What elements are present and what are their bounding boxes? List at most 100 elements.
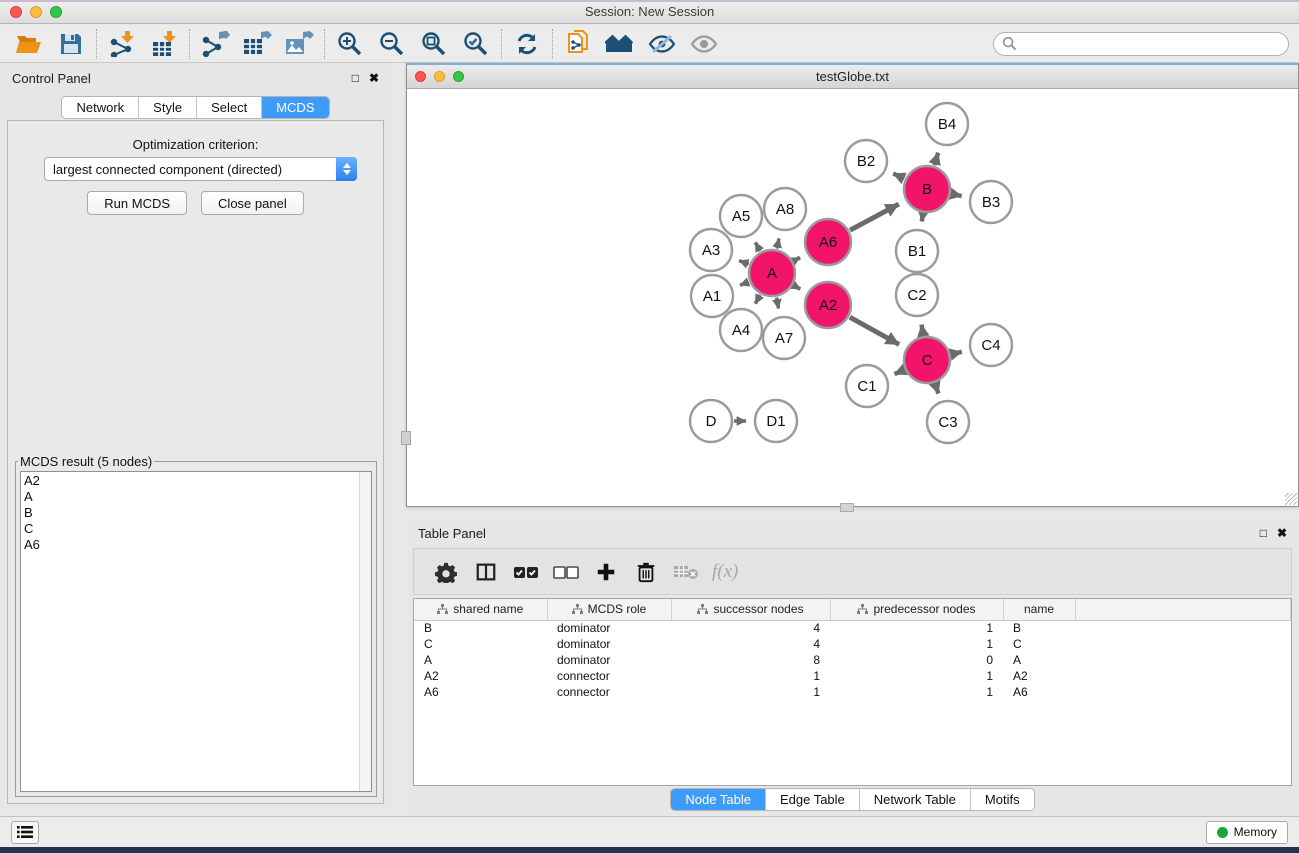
node-table: shared name MCDS role successor nodes pr… bbox=[413, 598, 1292, 786]
mcds-result-item[interactable]: B bbox=[24, 505, 371, 521]
tab-network-table[interactable]: Network Table bbox=[859, 789, 970, 810]
column-header-name[interactable]: name bbox=[1003, 599, 1075, 620]
float-table-panel-icon[interactable]: □ bbox=[1260, 527, 1267, 539]
column-header-shared-name[interactable]: shared name bbox=[414, 599, 547, 620]
show-hidden-button[interactable] bbox=[683, 27, 725, 61]
add-column-button[interactable] bbox=[588, 554, 624, 590]
export-table-icon bbox=[242, 31, 272, 57]
graph-edge-C-C2[interactable] bbox=[922, 325, 924, 336]
hide-selected-button[interactable] bbox=[641, 27, 683, 61]
import-network-button[interactable] bbox=[101, 27, 143, 61]
mcds-result-item[interactable]: A bbox=[24, 489, 371, 505]
tab-edge-table[interactable]: Edge Table bbox=[765, 789, 859, 810]
close-table-panel-icon[interactable]: ✖ bbox=[1277, 527, 1287, 539]
save-session-button[interactable] bbox=[50, 27, 92, 61]
column-header-successor-nodes[interactable]: successor nodes bbox=[671, 599, 830, 620]
table-row[interactable]: A6connector11A6 bbox=[414, 684, 1291, 700]
mcds-result-item[interactable]: A2 bbox=[24, 473, 371, 489]
graph-edge-A-A4[interactable] bbox=[755, 295, 760, 304]
graph-edge-A-A6[interactable] bbox=[794, 257, 800, 260]
zoom-in-button[interactable] bbox=[329, 27, 371, 61]
graph-edge-C-C4[interactable] bbox=[951, 352, 961, 354]
show-columns-button[interactable] bbox=[468, 554, 504, 590]
delete-table-button[interactable] bbox=[668, 554, 704, 590]
graph-edge-B-B1[interactable] bbox=[922, 214, 923, 222]
toolbar-separator bbox=[189, 29, 190, 59]
graph-node-label-B1: B1 bbox=[908, 243, 926, 260]
graph-edge-A-A8[interactable] bbox=[777, 238, 779, 248]
desktop-background bbox=[0, 847, 1299, 853]
import-table-button[interactable] bbox=[143, 27, 185, 61]
mcds-result-list[interactable]: A2 A B C A6 bbox=[20, 471, 372, 792]
mcds-result-item[interactable]: A6 bbox=[24, 537, 371, 553]
memory-button[interactable]: Memory bbox=[1206, 821, 1288, 844]
function-builder-icon[interactable]: f(x) bbox=[712, 561, 738, 583]
tab-mcds[interactable]: MCDS bbox=[261, 97, 328, 118]
graph-node-label-A2: A2 bbox=[819, 297, 837, 314]
table-row[interactable]: Cdominator41C bbox=[414, 636, 1291, 652]
search-input[interactable] bbox=[1017, 34, 1288, 54]
float-panel-icon[interactable]: □ bbox=[352, 72, 359, 84]
export-image-button[interactable] bbox=[278, 27, 320, 61]
search-box bbox=[993, 32, 1289, 56]
network-canvas[interactable]: B4B2BB3A5A8A6B1A3AC2A1A2A4A7C4CC1C3DD1 bbox=[407, 91, 1298, 506]
column-header-predecessor-nodes[interactable]: predecessor nodes bbox=[830, 599, 1003, 620]
show-networks-button[interactable] bbox=[599, 27, 641, 61]
task-history-button[interactable] bbox=[11, 821, 39, 844]
deselect-all-columns-button[interactable] bbox=[548, 554, 584, 590]
graph-edge-A-A1[interactable] bbox=[740, 282, 749, 285]
export-network-button[interactable] bbox=[194, 27, 236, 61]
tab-node-table[interactable]: Node Table bbox=[671, 789, 765, 810]
graph-edge-A-A7[interactable] bbox=[777, 298, 779, 309]
panel-grip[interactable] bbox=[840, 503, 854, 512]
delete-column-button[interactable] bbox=[628, 554, 664, 590]
zoom-fit-icon bbox=[421, 31, 447, 57]
resize-handle-icon[interactable] bbox=[1285, 493, 1297, 505]
gear-icon bbox=[435, 561, 457, 583]
table-row[interactable]: A2connector11A2 bbox=[414, 668, 1291, 684]
graph-node-label-B2: B2 bbox=[857, 153, 875, 170]
select-all-columns-button[interactable] bbox=[508, 554, 544, 590]
scrollbar[interactable] bbox=[359, 472, 371, 791]
graph-edge-A-A2[interactable] bbox=[794, 285, 801, 289]
column-type-icon bbox=[437, 604, 448, 615]
close-panel-icon[interactable]: ✖ bbox=[369, 72, 379, 84]
column-header-empty bbox=[1075, 599, 1291, 620]
refresh-layout-button[interactable] bbox=[506, 27, 548, 61]
graph-edge-A-A5[interactable] bbox=[755, 242, 760, 251]
column-header-mcds-role[interactable]: MCDS role bbox=[547, 599, 671, 620]
table-row[interactable]: Adominator80A bbox=[414, 652, 1291, 668]
criterion-dropdown[interactable]: largest connected component (directed) bbox=[44, 157, 357, 181]
graph-edge-A2-C[interactable] bbox=[850, 317, 899, 344]
graph-edge-B-B3[interactable] bbox=[951, 194, 961, 196]
mcds-result-item[interactable]: C bbox=[24, 521, 371, 537]
tab-select[interactable]: Select bbox=[196, 97, 261, 118]
network-graph[interactable]: B4B2BB3A5A8A6B1A3AC2A1A2A4A7C4CC1C3DD1 bbox=[407, 91, 1296, 507]
graph-edge-C-C1[interactable] bbox=[895, 370, 905, 374]
dropdown-stepper-icon bbox=[336, 157, 357, 181]
graph-edge-B-B4[interactable] bbox=[934, 153, 938, 165]
tab-motifs[interactable]: Motifs bbox=[970, 789, 1034, 810]
clone-network-button[interactable] bbox=[557, 27, 599, 61]
graph-edge-C-C3[interactable] bbox=[935, 384, 938, 394]
table-row[interactable]: Bdominator41B bbox=[414, 620, 1291, 636]
run-mcds-button[interactable]: Run MCDS bbox=[87, 191, 187, 215]
table-toolbar: f(x) bbox=[413, 548, 1292, 595]
toolbar-separator bbox=[96, 29, 97, 59]
zoom-out-button[interactable] bbox=[371, 27, 413, 61]
column-type-icon bbox=[697, 604, 708, 615]
graph-edge-B-B2[interactable] bbox=[893, 174, 904, 179]
graph-edge-A-A3[interactable] bbox=[739, 261, 749, 265]
panel-grip[interactable] bbox=[401, 431, 411, 445]
open-session-button[interactable] bbox=[8, 27, 50, 61]
zoom-fit-button[interactable] bbox=[413, 27, 455, 61]
graph-node-label-A7: A7 bbox=[775, 330, 793, 347]
graph-node-label-C1: C1 bbox=[857, 378, 876, 395]
close-panel-button[interactable]: Close panel bbox=[201, 191, 304, 215]
tab-style[interactable]: Style bbox=[138, 97, 196, 118]
tab-network[interactable]: Network bbox=[62, 97, 138, 118]
table-settings-button[interactable] bbox=[428, 554, 464, 590]
graph-edge-A6-B[interactable] bbox=[850, 204, 899, 230]
zoom-selected-button[interactable] bbox=[455, 27, 497, 61]
export-table-button[interactable] bbox=[236, 27, 278, 61]
